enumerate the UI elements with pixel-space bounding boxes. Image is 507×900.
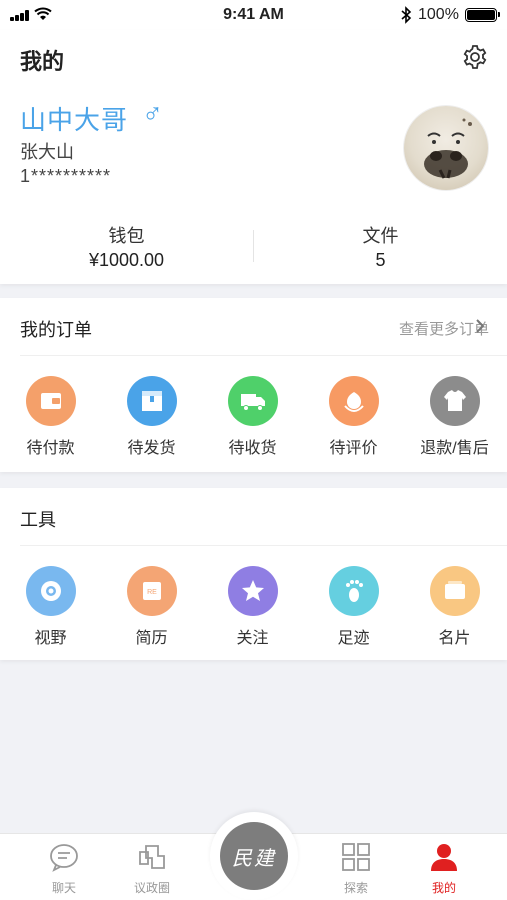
- tool-follow[interactable]: 关注: [202, 546, 303, 648]
- eye-icon: [25, 566, 76, 616]
- profile-card: 我的 山中大哥 ♂ 张大山 1********** 钱包 ¥1000.00 文件…: [0, 30, 507, 284]
- files-stat[interactable]: 文件 5: [254, 222, 507, 271]
- tool-label: 视野: [34, 630, 67, 647]
- box-icon: [126, 376, 177, 426]
- order-label: 待评价: [329, 440, 378, 457]
- star-icon: [227, 566, 278, 616]
- tool-label: 名片: [438, 630, 471, 647]
- resume-icon: RE: [126, 566, 177, 616]
- orders-grid: 待付款 待发货 待收货 待评价 退款/售后: [0, 356, 507, 470]
- grid-icon: [342, 843, 370, 871]
- tab-chat[interactable]: 聊天: [24, 842, 104, 896]
- battery-icon: [465, 8, 500, 22]
- files-value: 5: [375, 250, 386, 270]
- user-phone: 1**********: [20, 166, 112, 186]
- order-pending-receipt[interactable]: 待收货: [202, 356, 303, 458]
- user-real-name: 张大山: [20, 142, 74, 162]
- order-label: 待收货: [228, 440, 277, 457]
- tools-header: 工具: [20, 488, 507, 546]
- settings-gear-icon[interactable]: [462, 44, 488, 70]
- tool-business-card[interactable]: 名片: [404, 546, 505, 648]
- orders-header[interactable]: 我的订单 查看更多订单: [20, 298, 507, 356]
- avatar-ink-painting: [424, 118, 472, 179]
- wallet-value: ¥1000.00: [88, 250, 165, 270]
- tools-card: 工具 视野 RE 简历 关注 足迹 名片: [0, 488, 507, 660]
- stats-row: 钱包 ¥1000.00 文件 5: [0, 222, 507, 272]
- order-refund-aftersale[interactable]: 退款/售后: [404, 356, 505, 458]
- center-logo-button[interactable]: 民建: [220, 822, 288, 890]
- order-label: 待发货: [127, 440, 176, 457]
- tab-explore[interactable]: 探索: [316, 842, 396, 896]
- order-pending-shipment[interactable]: 待发货: [101, 356, 202, 458]
- tab-label: 聊天: [51, 881, 76, 895]
- chat-icon: [50, 844, 78, 872]
- orders-title: 我的订单: [20, 320, 92, 340]
- truck-icon: [227, 376, 278, 426]
- status-bar: 9:41 AM 100%: [0, 0, 507, 30]
- tool-label: 足迹: [337, 630, 370, 647]
- wallet-stat[interactable]: 钱包 ¥1000.00: [0, 222, 253, 271]
- tool-footprint[interactable]: 足迹: [303, 546, 404, 648]
- user-nickname[interactable]: 山中大哥: [20, 100, 128, 137]
- tab-label: 议政圈: [133, 881, 170, 895]
- footprint-icon: [328, 566, 379, 616]
- page-title: 我的: [20, 49, 65, 74]
- person-icon: [431, 844, 457, 871]
- tab-circle[interactable]: 议政圈: [112, 842, 192, 896]
- tool-label: 关注: [236, 630, 269, 647]
- chevron-right-icon: [476, 319, 485, 333]
- battery-percent: 100%: [418, 6, 459, 23]
- flower-icon: [328, 376, 379, 426]
- shirt-icon: [429, 376, 480, 426]
- files-label: 文件: [362, 226, 399, 246]
- svg-text:RE: RE: [147, 589, 157, 596]
- tool-vision[interactable]: 视野: [0, 546, 101, 648]
- order-pending-review[interactable]: 待评价: [303, 356, 404, 458]
- circle-icon: [139, 845, 165, 869]
- card-icon: [429, 566, 480, 616]
- tab-label: 探索: [343, 881, 368, 895]
- tab-label: 我的: [431, 881, 456, 895]
- tab-me[interactable]: 我的: [404, 842, 484, 896]
- tools-title: 工具: [20, 510, 56, 530]
- avatar[interactable]: [404, 106, 488, 190]
- bluetooth-icon: [401, 6, 412, 24]
- order-label: 待付款: [26, 440, 75, 457]
- wallet-label: 钱包: [108, 226, 145, 246]
- tools-grid: 视野 RE 简历 关注 足迹 名片: [0, 546, 507, 660]
- orders-card: 我的订单 查看更多订单 待付款 待发货 待收货 待评价 退款/售后: [0, 298, 507, 472]
- tool-label: 简历: [135, 630, 168, 647]
- order-label: 退款/售后: [420, 440, 489, 457]
- center-tab-wrapper: 民建: [210, 812, 298, 900]
- tool-resume[interactable]: RE 简历: [101, 546, 202, 648]
- gender-male-icon: ♂: [142, 98, 163, 129]
- order-pending-payment[interactable]: 待付款: [0, 356, 101, 458]
- wallet-icon: [25, 376, 76, 426]
